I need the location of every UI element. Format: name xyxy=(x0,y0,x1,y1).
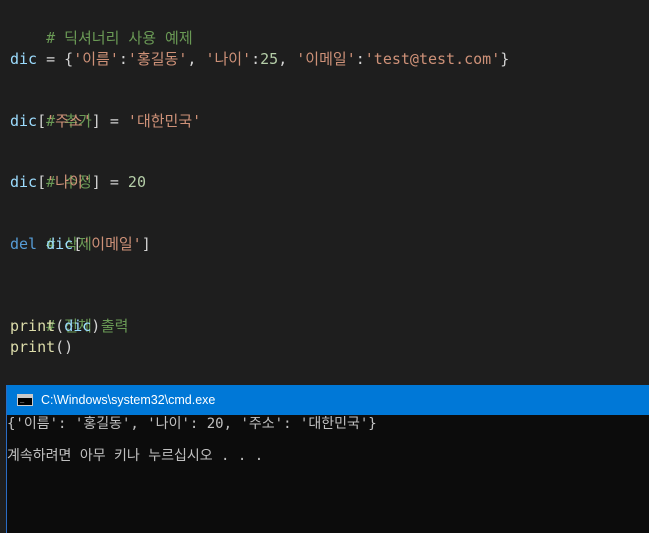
code-line-3[interactable]: # 추가 xyxy=(10,91,92,130)
open-bracket: [ xyxy=(37,173,47,191)
code-line-10[interactable]: print(dic) xyxy=(10,316,100,336)
close-bracket: ] xyxy=(141,235,151,253)
open-paren: ( xyxy=(55,317,65,335)
console-output-line-1: {'이름': '홍길동', '나이': 20, '주소': '대한민국'} xyxy=(7,416,377,432)
code-line-6[interactable]: dic['나이'] = 20 xyxy=(10,172,146,192)
code-line-5[interactable]: # 수정 xyxy=(10,152,92,191)
variable: dic xyxy=(46,235,74,253)
open-bracket: [ xyxy=(37,112,47,130)
parens: () xyxy=(55,338,74,356)
closing-brace: } xyxy=(500,50,510,68)
string-key: '나이' xyxy=(205,50,252,68)
variable: dic xyxy=(10,112,38,130)
string-key: '나이' xyxy=(46,173,92,191)
assignment: ] = xyxy=(91,112,128,130)
console-title: C:\Windows\system32\cmd.exe xyxy=(41,393,216,407)
code-line-4[interactable]: dic['주소'] = '대한민국' xyxy=(10,111,201,131)
comment: # 딕셔너리 사용 예제 xyxy=(46,29,193,47)
colon: : xyxy=(251,50,261,68)
console-output-line-2: 계속하려면 아무 키나 누르십시오 . . . xyxy=(7,448,264,464)
colon: : xyxy=(355,50,365,68)
console-app-icon xyxy=(17,394,33,406)
code-line-9[interactable]: # 전체 출력 xyxy=(10,296,128,335)
separator: , xyxy=(278,50,297,68)
separator: , xyxy=(187,50,206,68)
code-line-7[interactable]: # 삭제 xyxy=(10,214,92,253)
assignment: ] = xyxy=(91,173,128,191)
string-key: '이름' xyxy=(73,50,119,68)
operator: = { xyxy=(37,50,74,68)
variable: dic xyxy=(10,173,38,191)
string-key: '이메일' xyxy=(82,235,142,253)
number-value: 20 xyxy=(127,173,146,191)
code-line-11[interactable]: print() xyxy=(10,337,73,357)
open-bracket: [ xyxy=(73,235,83,253)
string-key: '이메일' xyxy=(296,50,356,68)
keyword: del xyxy=(10,235,38,253)
string-value: '홍길동' xyxy=(127,50,188,68)
code-line-8[interactable]: del dic['이메일'] xyxy=(10,234,151,254)
function-name: print xyxy=(10,317,56,335)
string-value: 'test@test.com' xyxy=(364,50,501,68)
argument: dic xyxy=(64,317,92,335)
console-window[interactable]: C:\Windows\system32\cmd.exe {'이름': '홍길동'… xyxy=(6,385,649,533)
console-titlebar[interactable]: C:\Windows\system32\cmd.exe xyxy=(7,385,649,415)
number-value: 25 xyxy=(260,50,279,68)
colon: : xyxy=(118,50,128,68)
code-editor[interactable]: # 딕셔너리 사용 예제 dic = {'이름':'홍길동', '나이':25,… xyxy=(0,0,649,385)
string-key: '주소' xyxy=(46,112,92,130)
close-paren: ) xyxy=(91,317,101,335)
function-name: print xyxy=(10,338,56,356)
code-line-1[interactable]: # 딕셔너리 사용 예제 xyxy=(10,8,193,47)
variable: dic xyxy=(10,50,38,68)
code-line-2[interactable]: dic = {'이름':'홍길동', '나이':25, '이메일':'test@… xyxy=(10,49,509,69)
string-value: '대한민국' xyxy=(127,112,202,130)
